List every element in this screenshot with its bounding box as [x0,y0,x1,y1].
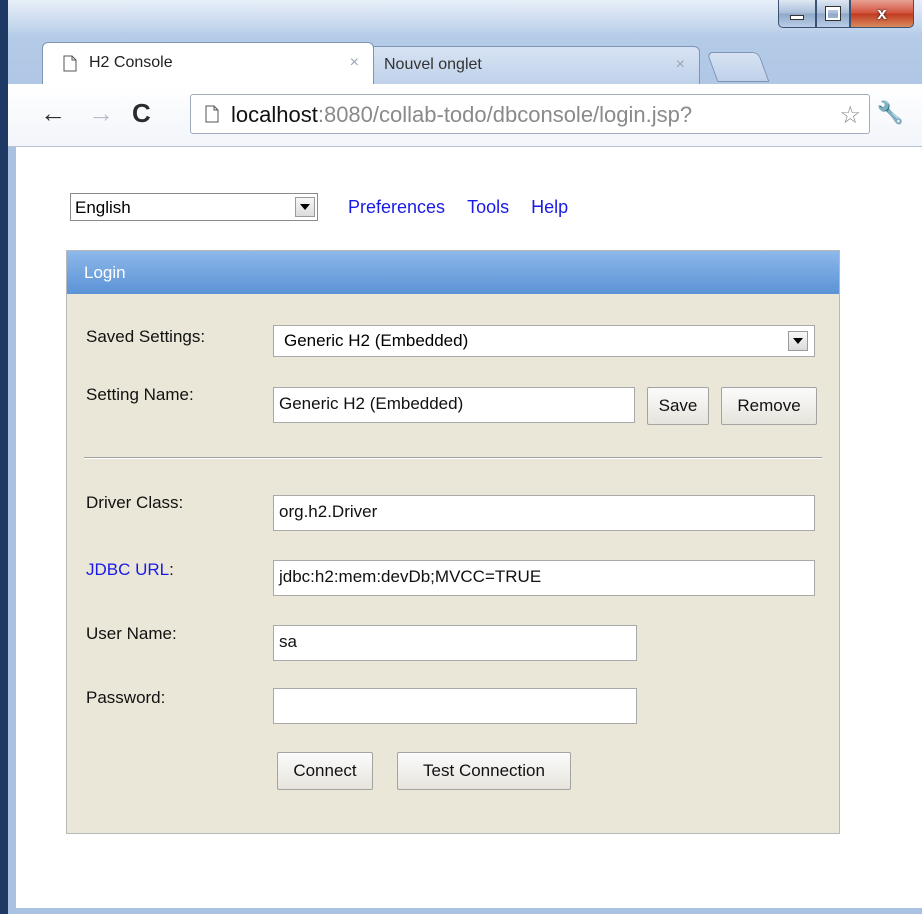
remove-button[interactable]: Remove [721,387,817,425]
minimize-icon [790,15,804,20]
page-content: English Preferences Tools Help Login Sav… [16,147,922,908]
user-name-label: User Name: [86,624,177,643]
jdbc-url-colon: : [169,560,174,579]
password-field[interactable] [273,688,637,724]
jdbc-url-field[interactable]: jdbc:h2:mem:devDb;MVCC=TRUE [273,560,815,596]
top-bar: English Preferences Tools Help [70,192,568,222]
browser-toolbar: ← → C localhost:8080/collab-todo/dbconso… [8,84,922,147]
driver-class-label: Driver Class: [86,493,184,512]
window-controls: x [778,0,914,30]
tools-link[interactable]: Tools [467,197,509,218]
reload-icon[interactable]: C [132,100,151,126]
preferences-link[interactable]: Preferences [348,197,445,218]
help-link[interactable]: Help [531,197,568,218]
new-tab-button[interactable] [706,52,770,82]
saved-settings-label: Saved Settings: [86,327,206,346]
login-panel: Login Saved Settings: Generic H2 (Embedd… [66,250,840,834]
url-host: localhost [231,102,318,127]
page-icon [63,55,77,72]
back-arrow-icon[interactable]: ← [40,100,66,126]
dropdown-button[interactable] [295,197,315,217]
connect-button[interactable]: Connect [277,752,373,790]
url-text: localhost:8080/collab-todo/dbconsole/log… [231,102,692,128]
language-select[interactable]: English [70,193,318,221]
wrench-icon[interactable]: 🔧 [877,100,904,126]
driver-class-field[interactable]: org.h2.Driver [273,495,815,531]
saved-settings-value: Generic H2 (Embedded) [284,331,469,350]
forward-arrow-icon[interactable]: → [88,100,114,126]
dropdown-button[interactable] [788,331,808,351]
jdbc-url-link[interactable]: JDBC URL [86,560,169,579]
language-value: English [75,198,131,217]
setting-name-field[interactable]: Generic H2 (Embedded) [273,387,635,423]
tab-close-icon[interactable]: × [676,56,685,74]
saved-settings-select[interactable]: Generic H2 (Embedded) [273,325,815,357]
chevron-down-icon [300,204,310,210]
close-icon: x [877,3,887,23]
maximize-button[interactable] [816,0,850,28]
user-name-field[interactable]: sa [273,625,637,661]
tab-title: H2 Console [89,54,173,71]
login-header: Login [67,251,839,294]
url-path: :8080/collab-todo/dbconsole/login.jsp? [317,102,693,127]
password-label: Password: [86,688,166,707]
tab-h2-console[interactable]: H2 Console × [42,42,374,84]
minimize-button[interactable] [778,0,816,28]
divider [84,457,822,459]
tab-title: Nouvel onglet [384,56,482,73]
tab-nouvel-onglet[interactable]: Nouvel onglet × [368,46,700,84]
maximize-icon [825,6,841,21]
test-connection-button[interactable]: Test Connection [397,752,571,790]
close-window-button[interactable]: x [850,0,914,28]
page-icon [205,105,219,123]
address-bar[interactable]: localhost:8080/collab-todo/dbconsole/log… [190,94,870,134]
browser-window: x H2 Console × Nouvel onglet × ← → C loc… [0,0,922,914]
star-icon[interactable]: ☆ [839,101,861,130]
save-button[interactable]: Save [647,387,709,425]
chevron-down-icon [793,338,803,344]
jdbc-url-label-group: JDBC URL: [86,560,174,580]
setting-name-label: Setting Name: [86,385,194,404]
tab-close-icon[interactable]: × [350,54,359,72]
